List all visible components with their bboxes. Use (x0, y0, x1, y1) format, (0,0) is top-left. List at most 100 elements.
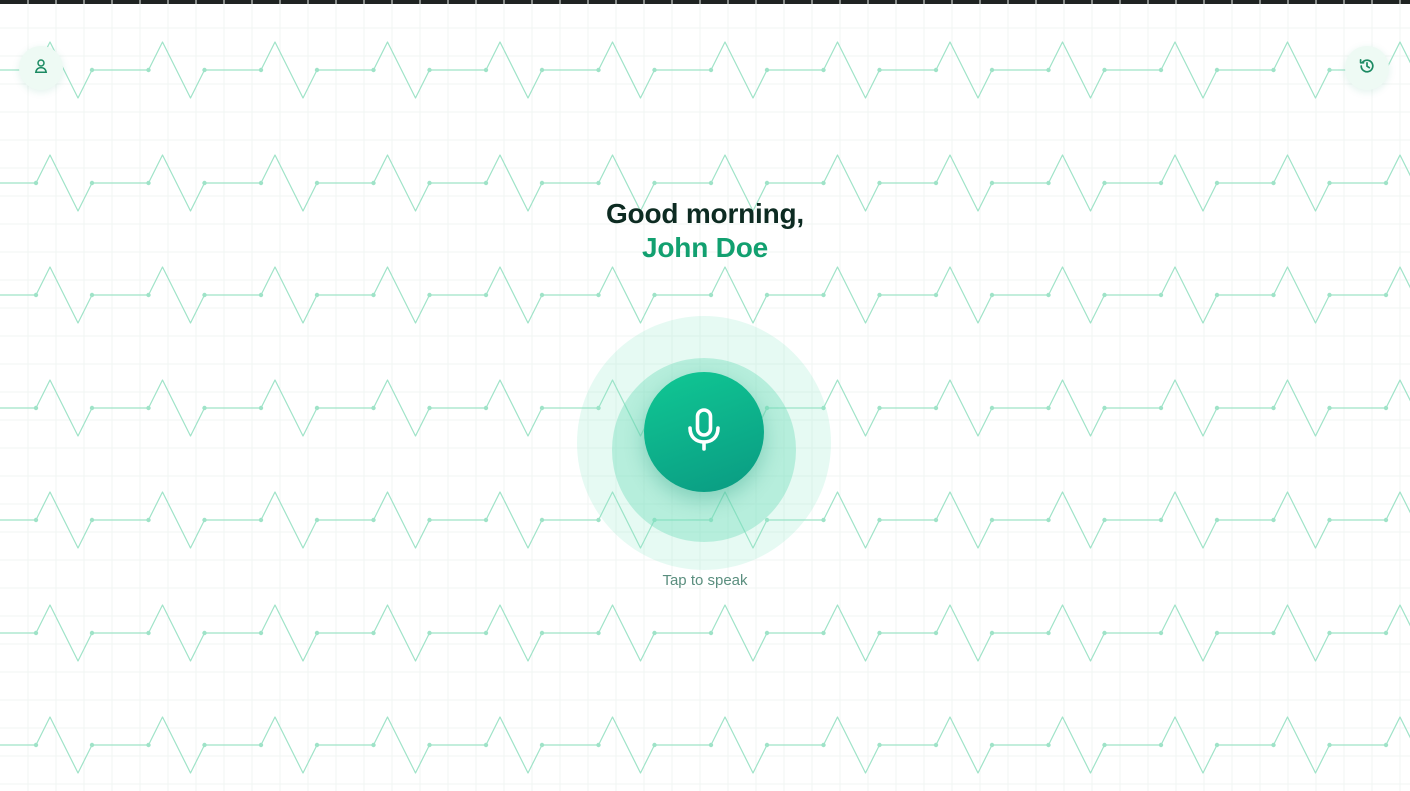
heartbeat-dot (764, 630, 770, 636)
heartbeat-dot (146, 292, 151, 298)
heartbeat-dot (877, 180, 882, 186)
heartbeat-dot (1214, 742, 1220, 748)
heartbeat-dot (258, 630, 264, 636)
heartbeat-dot (933, 742, 939, 748)
heartbeat-dot (708, 180, 714, 186)
heartbeat-dot (314, 180, 320, 186)
heartbeat-dot (1102, 180, 1107, 186)
heartbeat-dot (371, 517, 376, 523)
heartbeat-dot (539, 517, 545, 523)
heartbeat-dot (146, 742, 151, 748)
heartbeat-dot (933, 292, 939, 298)
heartbeat-dot (821, 630, 826, 636)
heartbeat-dot (258, 405, 264, 411)
heartbeat-dot (1383, 742, 1389, 748)
heartbeat-dot (821, 180, 826, 186)
heartbeat-dot (1158, 517, 1164, 523)
heartbeat-dot (708, 292, 714, 298)
heartbeat-dot (427, 67, 432, 73)
heartbeat-dot (146, 180, 151, 186)
heartbeat-dot (1383, 292, 1389, 298)
heartbeat-dot (933, 67, 939, 73)
heartbeat-dot (33, 405, 39, 411)
heartbeat-dot (596, 630, 601, 636)
heartbeat-dot (877, 405, 882, 411)
heartbeat-line (0, 604, 1410, 662)
heartbeat-dot (1046, 180, 1051, 186)
heartbeat-dot (764, 180, 770, 186)
heartbeat-dot (427, 517, 432, 523)
heartbeat-dot (989, 405, 995, 411)
heartbeat-dot (708, 742, 714, 748)
heartbeat-dot (596, 180, 601, 186)
heartbeat-dot (877, 292, 882, 298)
heartbeat-dot (202, 630, 207, 636)
history-button[interactable] (1345, 46, 1389, 90)
heartbeat-dot (1158, 67, 1164, 73)
heartbeat-dot (146, 67, 151, 73)
heartbeat-dot (989, 67, 995, 73)
heartbeat-line (0, 716, 1410, 774)
heartbeat-dot (371, 292, 376, 298)
heartbeat-dot (371, 405, 376, 411)
heartbeat-dot (146, 630, 151, 636)
heartbeat-dot (371, 67, 376, 73)
heartbeat-dot (596, 67, 601, 73)
heartbeat-dot (314, 630, 320, 636)
heartbeat-dot (371, 630, 376, 636)
heartbeat-dot (933, 180, 939, 186)
heartbeat-dot (146, 405, 151, 411)
heartbeat-dot (1158, 405, 1164, 411)
heartbeat-dot (146, 517, 151, 523)
heartbeat-dot (1102, 292, 1107, 298)
heartbeat-dot (89, 405, 95, 411)
heartbeat-dot (821, 292, 826, 298)
heartbeat-dot (1327, 67, 1332, 73)
heartbeat-dot (1327, 180, 1332, 186)
heartbeat-dot (1102, 517, 1107, 523)
heartbeat-dot (427, 630, 432, 636)
heartbeat-dot (1046, 742, 1051, 748)
heartbeat-dot (877, 517, 882, 523)
heartbeat-dot (539, 630, 545, 636)
heartbeat-dot (202, 742, 207, 748)
heartbeat-dot (89, 67, 95, 73)
heartbeat-dot (1158, 180, 1164, 186)
heartbeat-dot (371, 180, 376, 186)
greeting-salutation: Good morning, (605, 198, 805, 229)
heartbeat-dot (1327, 292, 1332, 298)
heartbeat-dot (1383, 405, 1389, 411)
heartbeat-dot (1046, 517, 1051, 523)
heartbeat-dot (877, 742, 882, 748)
heartbeat-dot (1158, 742, 1164, 748)
heartbeat-dot (258, 180, 264, 186)
profile-button[interactable] (19, 46, 63, 90)
heartbeat-dot (539, 180, 545, 186)
heartbeat-dot (652, 180, 657, 186)
heartbeat-dot (1158, 292, 1164, 298)
heartbeat-dot (1327, 517, 1332, 523)
heartbeat-dot (33, 517, 39, 523)
heartbeat-dot (933, 517, 939, 523)
heartbeat-dot (258, 517, 264, 523)
heartbeat-dot (652, 630, 657, 636)
heartbeat-dot (989, 180, 995, 186)
heartbeat-dot (483, 292, 489, 298)
heartbeat-dot (539, 742, 545, 748)
heartbeat-dot (258, 742, 264, 748)
heartbeat-dot (1383, 180, 1389, 186)
heartbeat-dot (1271, 517, 1276, 523)
heartbeat-dot (33, 742, 39, 748)
heartbeat-dot (1271, 742, 1276, 748)
heartbeat-dot (821, 517, 826, 523)
heartbeat-dot (314, 742, 320, 748)
heartbeat-dot (821, 742, 826, 748)
microphone-button[interactable] (644, 372, 764, 492)
heartbeat-dot (89, 180, 95, 186)
heartbeat-dot (652, 67, 657, 73)
heartbeat-dot (202, 517, 207, 523)
heartbeat-dot (483, 630, 489, 636)
heartbeat-dot (258, 292, 264, 298)
tap-to-speak-hint: Tap to speak (662, 572, 748, 589)
heartbeat-dot (877, 67, 882, 73)
